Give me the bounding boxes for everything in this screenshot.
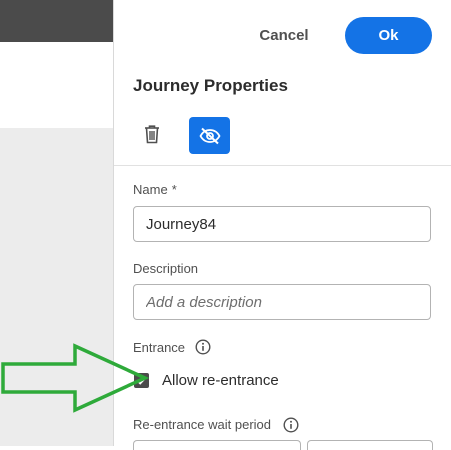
- hide-toggle-button[interactable]: [189, 117, 230, 154]
- trash-icon[interactable]: [139, 119, 165, 149]
- name-field[interactable]: [133, 206, 431, 242]
- ok-button[interactable]: Ok: [345, 17, 432, 54]
- wait-period-value-field[interactable]: [133, 440, 301, 450]
- arrow-right-icon: [1, 343, 150, 413]
- app-topbar: [0, 0, 113, 42]
- allow-reentrance-label[interactable]: Allow re-entrance: [162, 372, 279, 389]
- required-mark: *: [171, 182, 177, 197]
- name-label: Name *: [133, 182, 177, 197]
- journey-properties-panel: Cancel Ok Journey Properties Name* Descr…: [113, 0, 451, 450]
- info-icon[interactable]: [195, 339, 211, 355]
- info-icon[interactable]: [283, 417, 299, 433]
- panel-title: Journey Properties: [133, 76, 288, 95]
- canvas-header: [0, 42, 113, 128]
- eye-off-icon: [198, 127, 221, 144]
- description-label: Description: [133, 261, 199, 276]
- panel-divider: [114, 165, 451, 166]
- reentrance-wait-label: Re-entrance wait period: [133, 417, 272, 432]
- cancel-button[interactable]: Cancel: [254, 22, 314, 48]
- description-field[interactable]: [133, 284, 431, 320]
- wait-period-unit-select[interactable]: [307, 440, 433, 450]
